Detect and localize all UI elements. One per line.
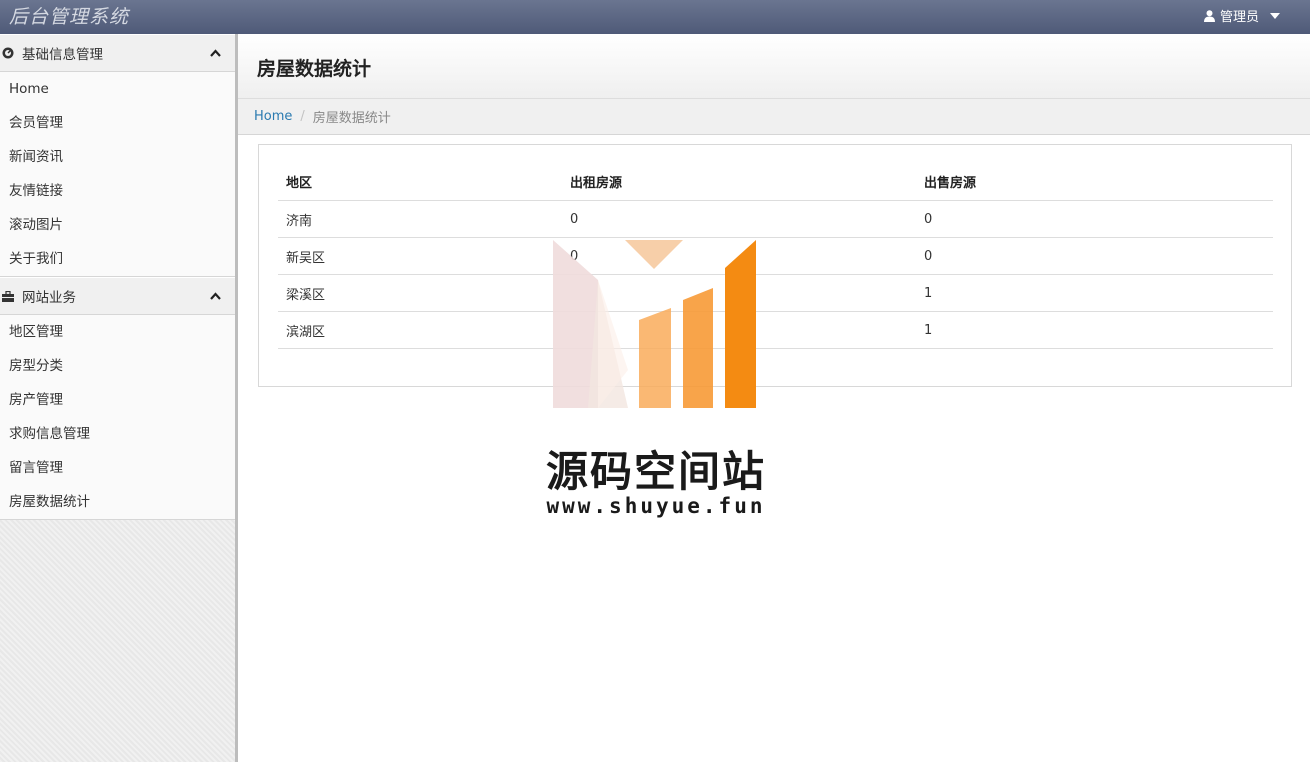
sidebar-item-housing-stats[interactable]: 房屋数据统计	[0, 485, 235, 519]
sidebar-group-basic-info[interactable]: 基础信息管理	[0, 34, 235, 72]
watermark-logo	[553, 240, 756, 408]
sidebar-item-property[interactable]: 房产管理	[0, 383, 235, 417]
sidebar-group-site-business[interactable]: 网站业务	[0, 277, 235, 315]
sidebar-list-basic-info: Home 会员管理 新闻资讯 友情链接 滚动图片 关于我们	[0, 72, 235, 277]
sidebar-item-news[interactable]: 新闻资讯	[0, 140, 235, 174]
cell-sales: 0	[916, 200, 1273, 238]
cell-sales: 0	[916, 237, 1273, 275]
table-row: 新吴区 0 0	[278, 237, 1273, 275]
column-header-rentals: 出租房源	[562, 163, 916, 201]
cell-region: 新吴区	[278, 237, 562, 275]
user-menu[interactable]: 管理员	[1203, 6, 1280, 25]
chevron-up-icon[interactable]	[210, 288, 221, 304]
watermark-title: 源码空间站	[545, 447, 766, 496]
main-content: 房屋数据统计 Home / 房屋数据统计 地区 出租房源 出售房源 济南 0 0	[238, 34, 1310, 762]
sidebar-item-slider-images[interactable]: 滚动图片	[0, 208, 235, 242]
user-name: 管理员	[1219, 10, 1259, 25]
sidebar-group-label: 网站业务	[22, 290, 76, 306]
user-icon	[1203, 9, 1215, 22]
breadcrumb-separator: /	[300, 109, 305, 124]
page-title: 房屋数据统计	[257, 58, 372, 80]
stats-panel: 地区 出租房源 出售房源 济南 0 0 新吴区 0 0 梁溪区 1 滨湖区 1	[258, 144, 1292, 387]
sidebar-group-label: 基础信息管理	[22, 47, 103, 63]
page-header: 房屋数据统计	[238, 34, 1310, 99]
caret-down-icon	[1270, 12, 1280, 19]
sidebar-item-about-us[interactable]: 关于我们	[0, 242, 235, 276]
table-header-row: 地区 出租房源 出售房源	[278, 163, 1273, 201]
sidebar-item-messages[interactable]: 留言管理	[0, 451, 235, 485]
cell-sales: 1	[916, 274, 1273, 312]
breadcrumb-home-link[interactable]: Home	[254, 109, 292, 124]
breadcrumb: Home / 房屋数据统计	[238, 99, 1310, 135]
cell-region: 济南	[278, 200, 562, 238]
cell-region: 梁溪区	[278, 274, 562, 312]
sidebar-list-site-business: 地区管理 房型分类 房产管理 求购信息管理 留言管理 房屋数据统计	[0, 315, 235, 520]
cell-rentals: 0	[562, 200, 916, 238]
sidebar: 基础信息管理 Home 会员管理 新闻资讯 友情链接 滚动图片 关于我们 网站业…	[0, 34, 238, 762]
chevron-up-icon[interactable]	[210, 45, 221, 61]
sidebar-item-purchase-requests[interactable]: 求购信息管理	[0, 417, 235, 451]
top-navbar: 后台管理系统 管理员	[0, 0, 1310, 35]
sidebar-item-friend-links[interactable]: 友情链接	[0, 174, 235, 208]
sidebar-item-region[interactable]: 地区管理	[0, 315, 235, 349]
stats-table: 地区 出租房源 出售房源 济南 0 0 新吴区 0 0 梁溪区 1 滨湖区 1	[278, 163, 1273, 349]
cell-sales: 1	[916, 311, 1273, 349]
table-row: 济南 0 0	[278, 200, 1273, 238]
dashboard-icon	[0, 47, 16, 59]
cell-region: 滨湖区	[278, 311, 562, 349]
column-header-sales: 出售房源	[916, 163, 1273, 201]
sidebar-item-home[interactable]: Home	[0, 72, 235, 106]
breadcrumb-current: 房屋数据统计	[312, 111, 391, 126]
sidebar-item-members[interactable]: 会员管理	[0, 106, 235, 140]
table-row: 滨湖区 1	[278, 311, 1273, 349]
table-row: 梁溪区 1	[278, 274, 1273, 312]
watermark-url: www.shuyue.fun	[546, 494, 766, 518]
briefcase-icon	[0, 290, 16, 302]
app-title: 后台管理系统	[9, 6, 130, 28]
column-header-region: 地区	[278, 163, 562, 201]
sidebar-item-room-type[interactable]: 房型分类	[0, 349, 235, 383]
